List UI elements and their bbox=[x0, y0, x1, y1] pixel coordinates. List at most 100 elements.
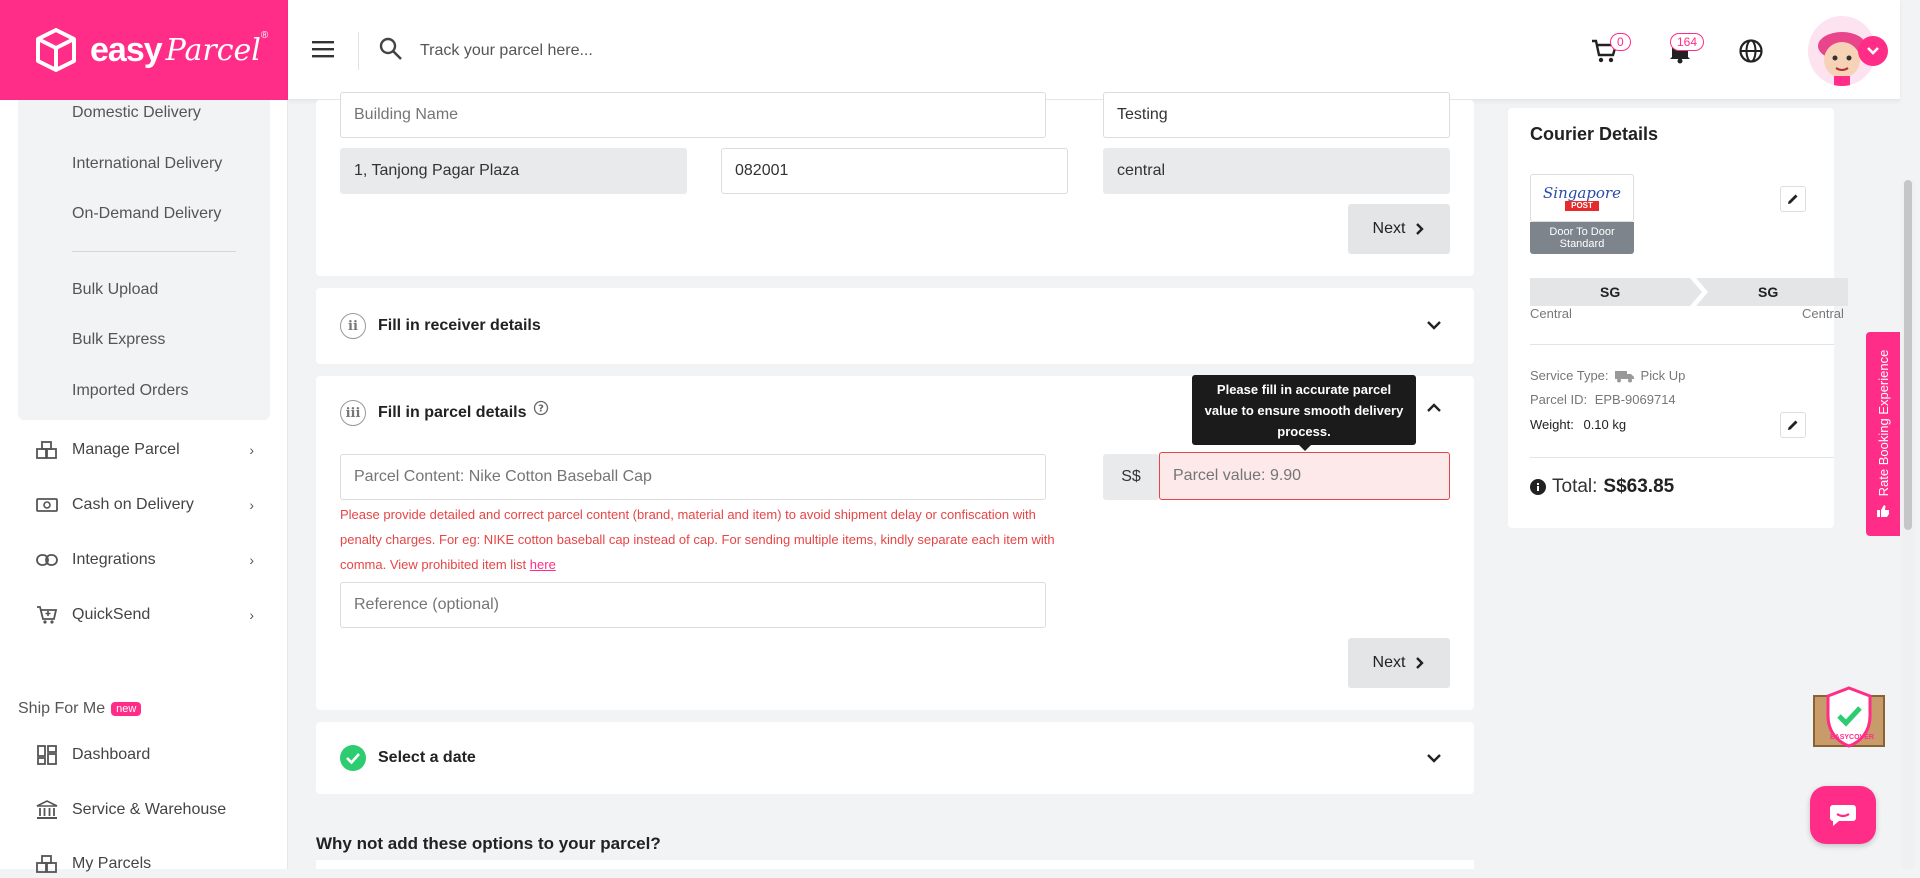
sidebar-item-imported-orders[interactable]: Imported Orders bbox=[72, 382, 188, 400]
sidebar-item-integrations[interactable]: Integrations › bbox=[36, 546, 254, 574]
sidebar-item-service-warehouse[interactable]: Service & Warehouse bbox=[36, 796, 254, 824]
parcel-value-input[interactable] bbox=[1159, 452, 1450, 500]
easycover-label: EASYCOVER bbox=[1830, 734, 1874, 741]
sidebar-item-label: Dashboard bbox=[72, 746, 151, 763]
edit-courier-button[interactable] bbox=[1780, 186, 1806, 212]
parcel-step-header: iii Fill in parcel details ? bbox=[340, 400, 549, 426]
chevron-down-icon[interactable] bbox=[1426, 753, 1442, 763]
sidebar-item-cash-on-delivery[interactable]: Cash on Delivery › bbox=[36, 491, 254, 519]
info-icon bbox=[1530, 479, 1546, 495]
brand-script: Parcel bbox=[165, 32, 261, 68]
parcel-id-value: EPB-9069714 bbox=[1594, 392, 1676, 407]
sidebar-item-label: Integrations bbox=[72, 551, 156, 568]
cash-icon bbox=[36, 494, 58, 516]
prohibited-items-link[interactable]: here bbox=[530, 557, 556, 572]
courier-logo-text: Singapore bbox=[1543, 184, 1621, 202]
service-type-label: Service Type: bbox=[1530, 368, 1609, 383]
route-arrow bbox=[1530, 278, 1848, 306]
reference-input[interactable] bbox=[340, 582, 1046, 628]
sidebar-item-label: QuickSend bbox=[72, 606, 151, 623]
sidebar-item-bulk-upload[interactable]: Bulk Upload bbox=[72, 281, 158, 299]
cart-plus-icon bbox=[36, 604, 58, 626]
boxes-icon bbox=[36, 439, 58, 461]
sidebar-item-quicksend[interactable]: QuickSend › bbox=[36, 601, 254, 629]
destination-code: SG bbox=[1758, 284, 1779, 300]
sidebar-item-manage-parcel[interactable]: Manage Parcel › bbox=[36, 436, 254, 464]
truck-icon bbox=[1614, 370, 1634, 382]
sidebar-item-domestic-delivery[interactable]: Domestic Delivery bbox=[72, 104, 201, 122]
weight-label: Weight: bbox=[1530, 417, 1574, 432]
next-button[interactable]: Next bbox=[1348, 638, 1450, 688]
pencil-icon bbox=[1788, 420, 1798, 430]
divider bbox=[1530, 457, 1834, 458]
rate-booking-tab[interactable]: Rate Booking Experience bbox=[1866, 332, 1900, 536]
next-label: Next bbox=[1372, 654, 1406, 671]
content-warning-text: Please provide detailed and correct parc… bbox=[340, 507, 1055, 572]
total-label: Total: bbox=[1552, 476, 1598, 497]
chevron-right-icon: › bbox=[249, 442, 254, 458]
track-parcel-input[interactable] bbox=[418, 36, 1018, 66]
chevron-down-icon bbox=[1867, 47, 1879, 55]
sender-name-field[interactable]: Testing bbox=[1103, 92, 1450, 138]
scrollbar-thumb[interactable] bbox=[1904, 180, 1912, 530]
chevron-right-icon bbox=[1416, 223, 1425, 235]
brand-name: easy bbox=[90, 30, 163, 69]
chevron-up-icon[interactable] bbox=[1426, 403, 1442, 413]
chevron-right-icon bbox=[1416, 657, 1425, 669]
chevron-right-icon: › bbox=[249, 497, 254, 513]
parcel-value-tooltip: Please fill in accurate parcel value to … bbox=[1192, 375, 1416, 445]
total-value: S$63.85 bbox=[1603, 476, 1675, 497]
sidebar-item-label: My Parcels bbox=[72, 855, 152, 872]
step-number-badge: iii bbox=[340, 400, 366, 426]
submenu-panel: Domestic Delivery International Delivery… bbox=[18, 100, 270, 420]
sidebar-item-label: Service & Warehouse bbox=[72, 801, 227, 818]
tooltip-text: Please fill in accurate parcel value to … bbox=[1204, 381, 1404, 439]
check-circle-icon bbox=[340, 745, 366, 771]
edit-weight-button[interactable] bbox=[1780, 412, 1806, 438]
sidebar-item-bulk-express[interactable]: Bulk Express bbox=[72, 331, 165, 349]
date-step-title: Select a date bbox=[378, 749, 476, 766]
notification-count-badge: 164 bbox=[1670, 33, 1705, 51]
date-step-header: Select a date bbox=[340, 745, 476, 771]
help-icon[interactable]: ? bbox=[533, 400, 549, 416]
receiver-step-title: Fill in receiver details bbox=[378, 317, 541, 334]
chat-button[interactable] bbox=[1810, 786, 1876, 844]
chevron-down-icon[interactable] bbox=[1426, 320, 1442, 330]
destination-region: Central bbox=[1802, 306, 1844, 321]
easycover-badge[interactable]: EASYCOVER bbox=[1810, 684, 1888, 754]
courier-logo-sub: POST bbox=[1565, 201, 1599, 211]
select-date-card[interactable]: Select a date bbox=[316, 722, 1474, 794]
next-button[interactable]: Next bbox=[1348, 204, 1450, 254]
link-icon bbox=[36, 549, 58, 571]
tooltip-arrow bbox=[1298, 444, 1312, 451]
courier-details-card: Courier Details Singapore POST Door To D… bbox=[1508, 108, 1848, 528]
hamburger-menu-icon[interactable] bbox=[312, 38, 336, 60]
brand-reg: ® bbox=[260, 30, 269, 41]
next-label: Next bbox=[1372, 220, 1406, 237]
origin-code: SG bbox=[1600, 284, 1621, 300]
sidebar-item-on-demand-delivery[interactable]: On-Demand Delivery bbox=[72, 205, 221, 223]
sidebar-item-international-delivery[interactable]: International Delivery bbox=[72, 155, 222, 173]
globe-icon[interactable] bbox=[1738, 38, 1764, 64]
cart-count-badge: 0 bbox=[1610, 33, 1631, 51]
sidebar: Domestic Delivery International Delivery… bbox=[0, 100, 288, 873]
brand-logo[interactable]: easy Parcel ® bbox=[0, 0, 288, 100]
parcel-id-row: Parcel ID: EPB-9069714 bbox=[1530, 392, 1676, 407]
receiver-details-card[interactable]: ii Fill in receiver details bbox=[316, 288, 1474, 364]
divider bbox=[358, 32, 359, 70]
profile-dropdown-button[interactable] bbox=[1858, 36, 1888, 66]
sender-details-card: Testing 1, Tanjong Pagar Plaza 082001 ce… bbox=[316, 92, 1474, 276]
sidebar-item-dashboard[interactable]: Dashboard bbox=[36, 741, 254, 769]
building-name-input[interactable] bbox=[340, 92, 1046, 138]
address-field: 1, Tanjong Pagar Plaza bbox=[340, 148, 687, 194]
scrollbar[interactable] bbox=[1902, 180, 1914, 869]
search-icon bbox=[379, 37, 402, 60]
chat-bubble-icon bbox=[1830, 805, 1856, 826]
ship-for-me-label: Ship For Me bbox=[18, 700, 106, 717]
boxes-icon bbox=[36, 853, 58, 875]
courier-logo: Singapore POST bbox=[1530, 174, 1634, 222]
sidebar-item-my-parcels[interactable]: My Parcels bbox=[36, 850, 254, 878]
postcode-field[interactable]: 082001 bbox=[721, 148, 1068, 194]
parcel-content-input[interactable] bbox=[340, 454, 1046, 500]
pencil-icon bbox=[1788, 194, 1798, 204]
